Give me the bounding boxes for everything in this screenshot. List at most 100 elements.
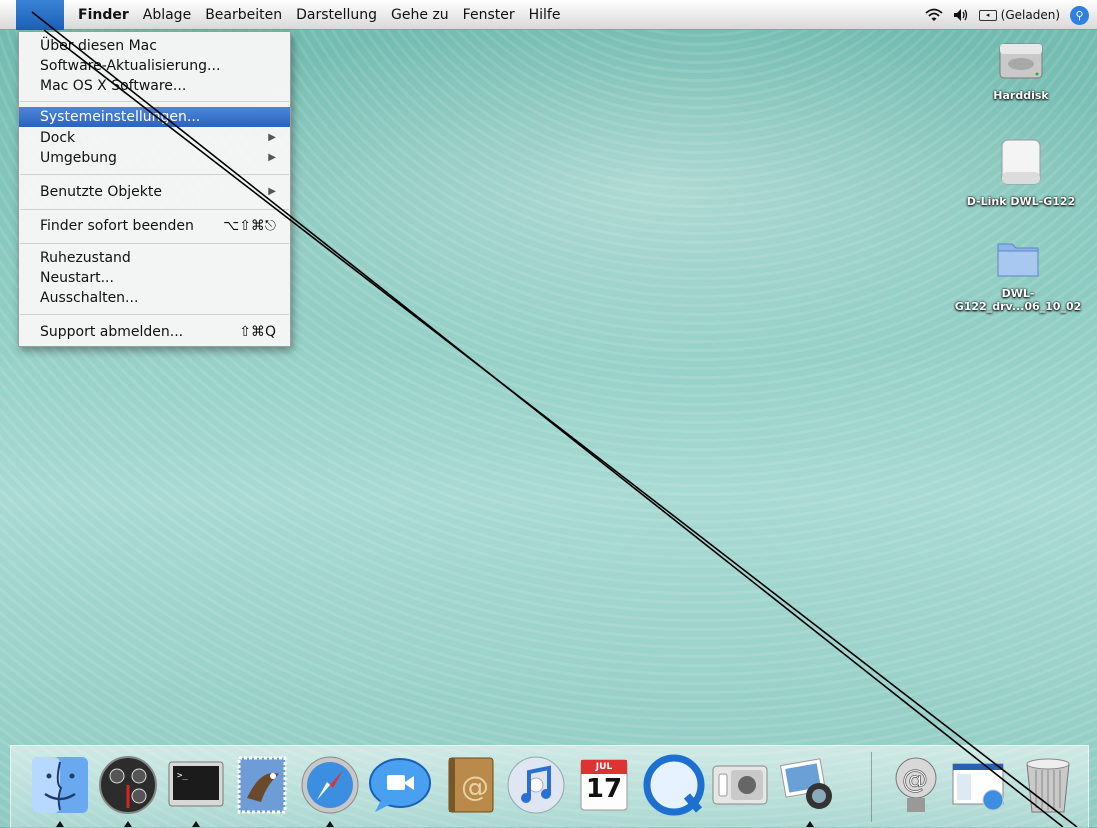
menu-item-label: Support abmelden...	[40, 324, 184, 340]
menu-item-mac-os-x-software[interactable]: Mac OS X Software...	[19, 76, 290, 96]
menu-item-about-mac[interactable]: Über diesen Mac	[19, 36, 290, 56]
running-indicator	[806, 821, 814, 827]
menu-item-label: Finder sofort beenden	[40, 218, 194, 234]
running-indicator	[56, 821, 64, 827]
menu-item-label: Über diesen Mac	[40, 38, 157, 54]
battery-icon: ◂	[978, 9, 997, 21]
battery-status[interactable]: ◂ (Geladen)	[978, 8, 1060, 22]
menu-item-sleep[interactable]: Ruhezustand	[19, 248, 290, 268]
menu-item-software-update[interactable]: Software-Aktualisierung...	[19, 56, 290, 76]
desktop-icon-harddisk[interactable]: Harddisk	[976, 38, 1066, 102]
menu-item-label: Systemeinstellungen...	[40, 109, 201, 125]
desktop-icon-dwl-folder[interactable]: DWL- G122_drv...06_10_02	[948, 238, 1088, 313]
menu-fenster[interactable]: Fenster	[463, 7, 515, 23]
terminal-icon: >_	[168, 761, 224, 807]
menu-separator	[20, 101, 289, 102]
dock-system-preferences[interactable]	[709, 754, 771, 816]
apple-menu-button[interactable]	[16, 0, 64, 30]
desktop-icon-label-line2: G122_drv...06_10_02	[954, 300, 1082, 313]
hard-disk-icon	[999, 43, 1043, 79]
menu-hilfe[interactable]: Hilfe	[529, 7, 561, 23]
desktop-icon-label: D-Link DWL-G122	[966, 195, 1076, 208]
internet-connect-icon: @	[895, 757, 937, 812]
dock-terminal[interactable]: >_	[165, 754, 227, 816]
menu-item-label: Software-Aktualisierung...	[40, 58, 221, 74]
ical-month: JUL	[595, 762, 613, 772]
menu-separator	[20, 174, 289, 175]
menu-item-label: Dock	[40, 130, 76, 146]
status-area: ◂ (Geladen) ⚲	[925, 0, 1089, 30]
desktop-icon-label-line1: DWL-	[1001, 287, 1035, 300]
dock-iphoto[interactable]	[777, 754, 839, 816]
menu-item-shut-down[interactable]: Ausschalten...	[19, 288, 290, 308]
menu-item-system-preferences[interactable]: Systemeinstellungen...	[19, 107, 290, 127]
menu-item-force-quit-finder[interactable]: Finder sofort beenden ⌥⇧⌘⎋	[19, 216, 290, 236]
dock: >_ @ JUL 17 @	[10, 745, 1089, 828]
dock-safari[interactable]	[299, 754, 361, 816]
menu-separator	[20, 314, 289, 315]
dock-web-page[interactable]	[949, 754, 1011, 816]
menu-item-log-out[interactable]: Support abmelden... ⇧⌘Q	[19, 322, 290, 342]
svg-text:@: @	[902, 765, 928, 795]
svg-text:@: @	[461, 770, 489, 803]
address-book-icon: @	[448, 757, 494, 813]
menu-ablage[interactable]: Ablage	[143, 7, 191, 23]
ical-day: 17	[585, 774, 623, 804]
iphoto-icon	[779, 758, 832, 809]
menu-bar: Finder Ablage Bearbeiten Darstellung Geh…	[0, 0, 1097, 30]
system-preferences-icon	[712, 765, 768, 805]
submenu-arrow-icon: ▶	[268, 186, 276, 197]
desktop-icon-label: Harddisk	[993, 89, 1049, 102]
dashboard-icon	[99, 756, 157, 814]
volume-icon[interactable]	[953, 8, 969, 22]
menu-item-location[interactable]: Umgebung ▶	[19, 148, 290, 168]
menu-item-label: Ruhezustand	[40, 250, 131, 266]
dock-mail[interactable]	[231, 754, 293, 816]
dock-ichat[interactable]	[367, 754, 431, 816]
menu-item-dock[interactable]: Dock ▶	[19, 128, 290, 148]
dock-divider	[871, 752, 872, 822]
menu-finder[interactable]: Finder	[78, 7, 129, 23]
submenu-arrow-icon: ▶	[268, 152, 276, 163]
dock-internet-connect[interactable]: @	[885, 754, 947, 816]
drive-icon	[1001, 139, 1041, 185]
finder-icon	[32, 757, 88, 813]
desktop-icon-dlink-drive[interactable]: D-Link DWL-G122	[958, 136, 1084, 208]
trash-icon	[1026, 758, 1070, 813]
ichat-icon	[369, 758, 431, 812]
menu-separator	[20, 209, 289, 210]
dock-trash[interactable]	[1017, 754, 1079, 816]
menu-item-label: Ausschalten...	[40, 290, 139, 306]
svg-text:>_: >_	[177, 771, 188, 781]
mail-stamp-icon	[237, 756, 287, 814]
menu-item-recent-items[interactable]: Benutzte Objekte ▶	[19, 182, 290, 202]
safari-icon	[301, 756, 359, 814]
menu-separator	[20, 243, 289, 244]
dock-itunes[interactable]	[505, 754, 567, 816]
running-indicator	[192, 821, 200, 827]
dock-quicktime[interactable]	[643, 754, 705, 816]
menu-gehe-zu[interactable]: Gehe zu	[391, 7, 449, 23]
running-indicator	[326, 821, 334, 827]
menu-item-restart[interactable]: Neustart...	[19, 268, 290, 288]
menu-darstellung[interactable]: Darstellung	[296, 7, 377, 23]
folder-icon	[997, 243, 1039, 277]
running-indicator	[124, 821, 132, 827]
dock-address-book[interactable]: @	[439, 754, 501, 816]
menu-item-label: Benutzte Objekte	[40, 184, 162, 200]
itunes-icon	[507, 756, 565, 814]
menu-item-label: Neustart...	[40, 270, 114, 286]
quicktime-icon	[643, 754, 705, 816]
web-page-icon	[952, 763, 1004, 811]
menu-item-label: Umgebung	[40, 150, 117, 166]
apple-menu-dropdown: Über diesen Mac Software-Aktualisierung.…	[18, 31, 291, 347]
menu-bearbeiten[interactable]: Bearbeiten	[205, 7, 282, 23]
shortcut-label: ⌥⇧⌘⎋	[223, 218, 276, 234]
dock-ical[interactable]: JUL 17	[573, 754, 635, 816]
dock-finder[interactable]	[29, 754, 91, 816]
menu-item-label: Mac OS X Software...	[40, 78, 187, 94]
dock-dashboard[interactable]	[97, 754, 159, 816]
spotlight-icon[interactable]: ⚲	[1070, 5, 1089, 25]
wifi-icon[interactable]	[925, 8, 943, 22]
submenu-arrow-icon: ▶	[268, 132, 276, 143]
